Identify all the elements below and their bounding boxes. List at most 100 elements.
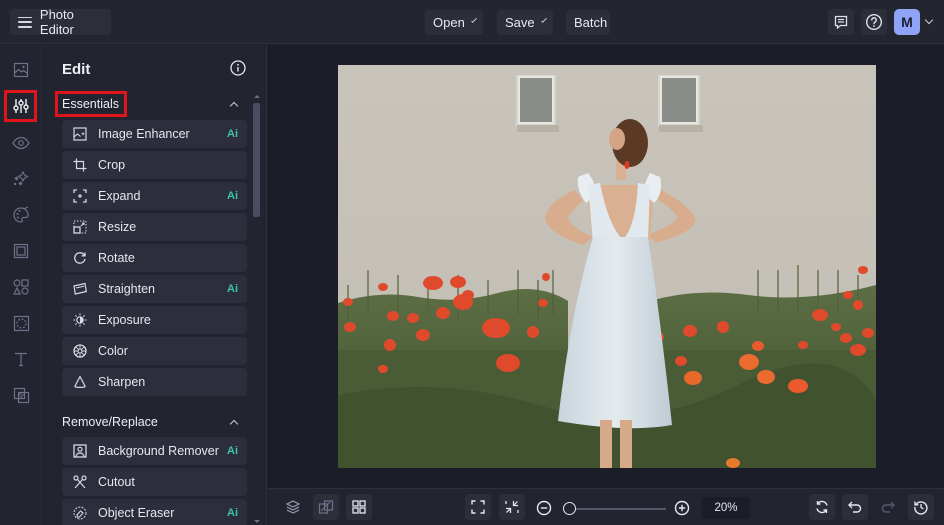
rail-item-frames[interactable] bbox=[4, 235, 38, 267]
tool-color[interactable]: Color bbox=[62, 337, 247, 365]
tool-rotate[interactable]: Rotate bbox=[62, 244, 247, 272]
redo-icon bbox=[881, 501, 895, 513]
chevron-up-icon[interactable] bbox=[229, 101, 239, 111]
rail-item-edit[interactable] bbox=[4, 90, 37, 122]
ai-badge: Ai bbox=[227, 283, 238, 295]
tool-crop[interactable]: Crop bbox=[62, 151, 247, 179]
help-icon bbox=[865, 13, 883, 31]
rail-item-overlays[interactable] bbox=[4, 379, 38, 411]
tool-sharpen[interactable]: Sharpen bbox=[62, 368, 247, 396]
scroll-down-arrow[interactable] bbox=[254, 520, 260, 523]
compare-icon bbox=[318, 500, 334, 514]
tool-label: Resize bbox=[98, 220, 137, 234]
reset-button[interactable] bbox=[809, 494, 835, 520]
window-left bbox=[516, 75, 559, 132]
open-label: Open bbox=[433, 15, 465, 30]
rail-item-artsy[interactable] bbox=[4, 199, 38, 231]
zoom-slider-handle[interactable] bbox=[563, 502, 576, 515]
tool-resize[interactable]: Resize bbox=[62, 213, 247, 241]
info-icon[interactable] bbox=[230, 60, 246, 76]
expand-icon bbox=[73, 189, 87, 203]
feedback-icon bbox=[834, 15, 848, 30]
tool-background-remover[interactable]: Background Remover Ai bbox=[62, 437, 247, 465]
account-chevron-down-icon[interactable] bbox=[924, 15, 934, 25]
shrink-icon bbox=[505, 501, 519, 513]
scroll-up-arrow[interactable] bbox=[254, 95, 260, 98]
redo-button[interactable] bbox=[875, 494, 901, 520]
top-bar: Photo Editor Open Save Batch M bbox=[0, 0, 944, 44]
canvas-area bbox=[268, 45, 944, 488]
avatar-initial: M bbox=[901, 14, 913, 30]
section-essentials-header[interactable]: Essentials bbox=[55, 91, 127, 117]
save-menu-button[interactable]: Save bbox=[497, 10, 553, 35]
tool-cutout[interactable]: Cutout bbox=[62, 468, 247, 496]
history-button[interactable] bbox=[908, 494, 934, 520]
crop-icon bbox=[73, 158, 87, 172]
tool-label: Image Enhancer bbox=[98, 127, 190, 141]
undo-button[interactable] bbox=[842, 494, 868, 520]
hamburger-icon bbox=[18, 16, 32, 28]
tool-category-rail bbox=[0, 45, 42, 525]
layers-button[interactable] bbox=[280, 494, 306, 520]
image-enhancer-icon bbox=[73, 127, 87, 141]
tool-object-eraser[interactable]: Object Eraser Ai bbox=[62, 499, 247, 525]
rail-item-touch-up[interactable] bbox=[4, 127, 38, 159]
ai-badge: Ai bbox=[227, 128, 238, 140]
panel-scrollbar-thumb[interactable] bbox=[253, 103, 260, 217]
zoom-in-icon[interactable] bbox=[674, 500, 690, 516]
tool-expand[interactable]: Expand Ai bbox=[62, 182, 247, 210]
rail-item-effects[interactable] bbox=[4, 163, 38, 195]
ai-badge: Ai bbox=[227, 445, 238, 457]
photo-canvas[interactable] bbox=[338, 65, 876, 468]
fullscreen-icon bbox=[471, 500, 485, 514]
zoom-level-value: 20% bbox=[714, 502, 738, 514]
bottom-toolbar: 20% bbox=[268, 488, 944, 525]
texture-icon bbox=[13, 315, 29, 331]
zoom-level-input[interactable]: 20% bbox=[702, 497, 750, 519]
text-icon bbox=[15, 352, 27, 367]
ai-badge: Ai bbox=[227, 190, 238, 202]
feedback-button[interactable] bbox=[828, 9, 854, 35]
image-icon bbox=[13, 62, 29, 78]
rail-item-text[interactable] bbox=[4, 343, 38, 375]
refresh-icon bbox=[816, 500, 828, 514]
user-avatar[interactable]: M bbox=[894, 9, 920, 35]
sparkle-effects-icon bbox=[14, 170, 29, 186]
chevron-up-icon[interactable] bbox=[229, 419, 239, 429]
background-remover-icon bbox=[73, 444, 87, 458]
section-remove-replace-header[interactable]: Remove/Replace bbox=[62, 412, 158, 432]
panel-title: Edit bbox=[62, 61, 91, 78]
tool-label: Straighten bbox=[98, 282, 155, 296]
grid-button[interactable] bbox=[346, 494, 372, 520]
layers-icon bbox=[285, 500, 301, 514]
rail-item-textures[interactable] bbox=[4, 307, 38, 339]
zoom-slider-track[interactable] bbox=[568, 508, 666, 510]
zoom-out-icon[interactable] bbox=[536, 500, 552, 516]
compare-button[interactable] bbox=[313, 494, 339, 520]
fit-to-screen-button[interactable] bbox=[465, 494, 491, 520]
tool-straighten[interactable]: Straighten Ai bbox=[62, 275, 247, 303]
save-label: Save bbox=[505, 15, 535, 30]
eye-icon bbox=[12, 136, 30, 150]
adjustments-icon bbox=[12, 99, 29, 113]
rail-item-graphics[interactable] bbox=[4, 271, 38, 303]
actual-size-button[interactable] bbox=[499, 494, 525, 520]
exposure-icon bbox=[73, 313, 87, 327]
overlay-icon bbox=[13, 387, 29, 403]
batch-button[interactable]: Batch bbox=[566, 10, 610, 35]
app-menu-button[interactable]: Photo Editor bbox=[10, 7, 111, 37]
tool-exposure[interactable]: Exposure bbox=[62, 306, 247, 334]
rail-item-image[interactable] bbox=[4, 54, 38, 86]
undo-icon bbox=[848, 501, 862, 513]
photo-image bbox=[338, 65, 876, 468]
tool-label: Color bbox=[98, 344, 128, 358]
help-button[interactable] bbox=[861, 9, 887, 35]
ai-badge: Ai bbox=[227, 507, 238, 519]
grid-icon bbox=[352, 500, 366, 514]
tool-label: Cutout bbox=[98, 475, 135, 489]
open-menu-button[interactable]: Open bbox=[425, 10, 483, 35]
tool-label: Rotate bbox=[98, 251, 135, 265]
tool-image-enhancer[interactable]: Image Enhancer Ai bbox=[62, 120, 247, 148]
cutout-icon bbox=[73, 475, 87, 489]
history-icon bbox=[914, 501, 928, 515]
